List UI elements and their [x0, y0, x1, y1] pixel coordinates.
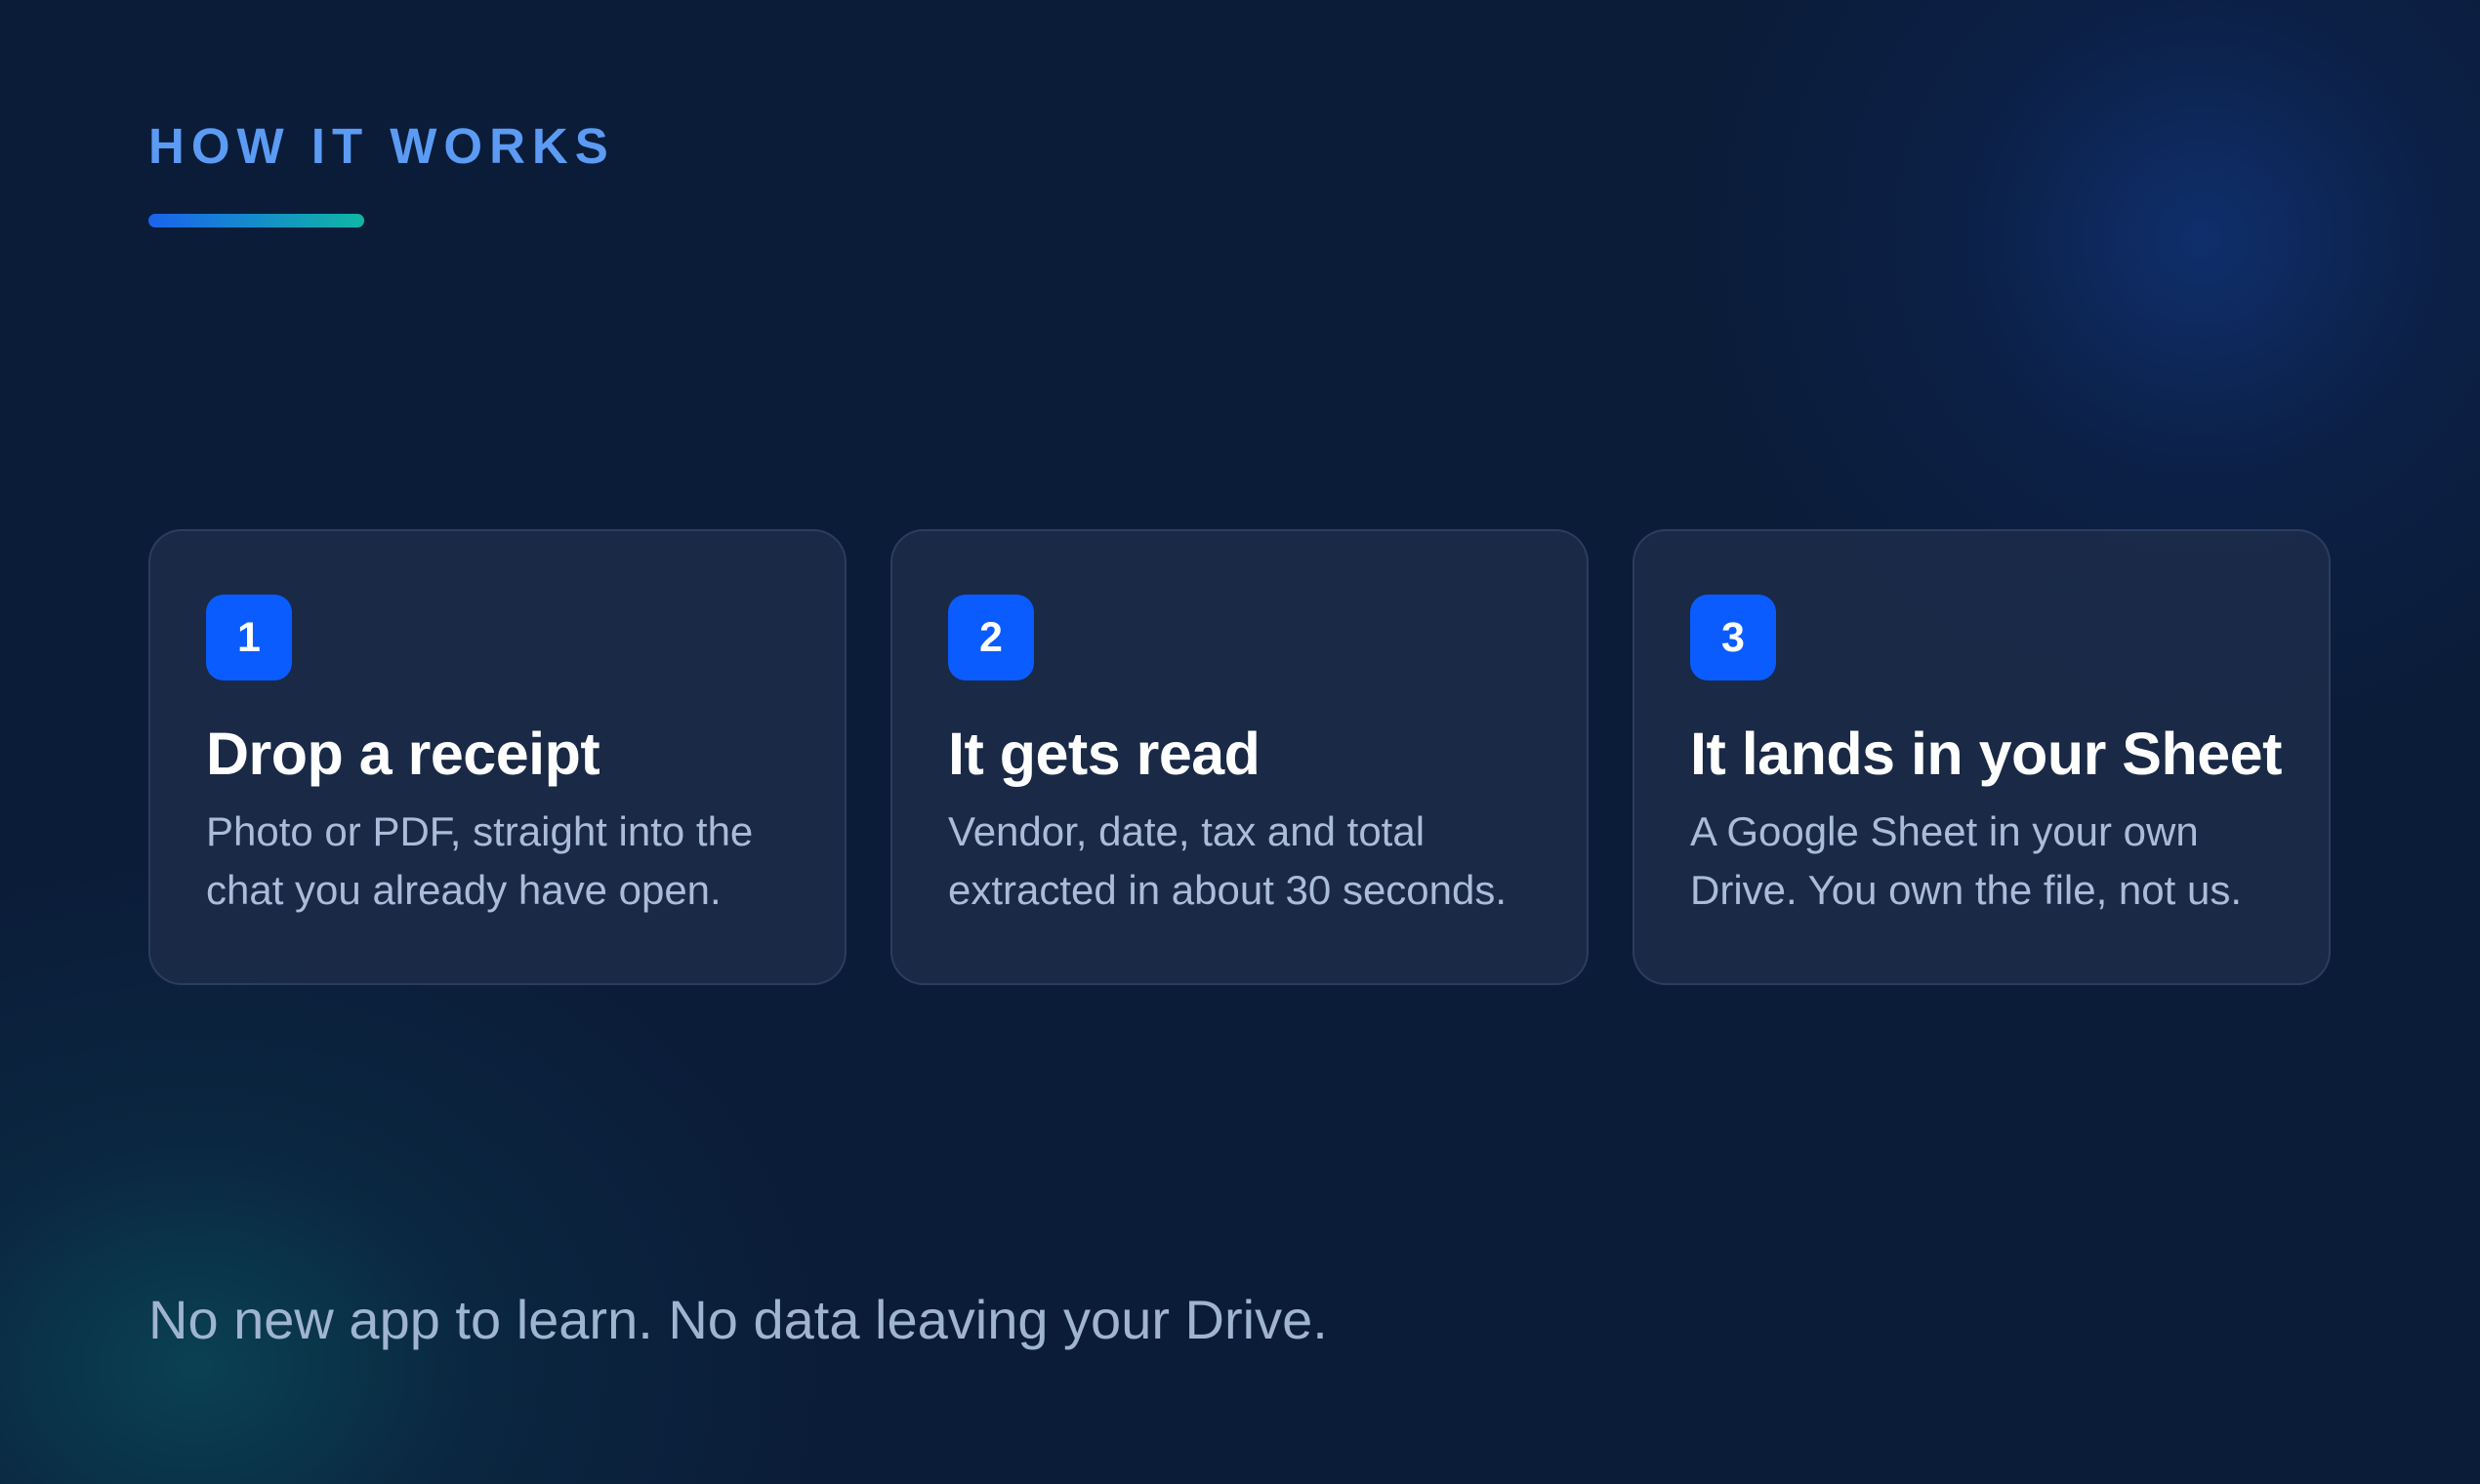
- footer-tagline: No new app to learn. No data leaving you…: [148, 1289, 1328, 1350]
- eyebrow-underline: [148, 214, 364, 227]
- step-description: Vendor, date, tax and total extracted in…: [948, 808, 1508, 914]
- section-eyebrow: HOW IT WORKS: [148, 118, 615, 174]
- step-title: It gets read: [948, 721, 1261, 787]
- step-card-1: 1 Drop a receipt Photo or PDF, straight …: [148, 529, 847, 985]
- step-title: It lands in your Sheet: [1690, 721, 2282, 787]
- steps-row: 1 Drop a receipt Photo or PDF, straight …: [148, 529, 2331, 985]
- step-description: Photo or PDF, straight into the chat you…: [206, 808, 754, 914]
- step-card-3: 3 It lands in your Sheet A Google Sheet …: [1633, 529, 2331, 985]
- step-number-badge: 1: [206, 595, 292, 680]
- step-number-badge: 2: [948, 595, 1034, 680]
- step-card-2: 2 It gets read Vendor, date, tax and tot…: [890, 529, 1589, 985]
- step-number-badge: 3: [1690, 595, 1776, 680]
- step-description: A Google Sheet in your own Drive. You ow…: [1690, 808, 2243, 914]
- step-title: Drop a receipt: [206, 721, 600, 787]
